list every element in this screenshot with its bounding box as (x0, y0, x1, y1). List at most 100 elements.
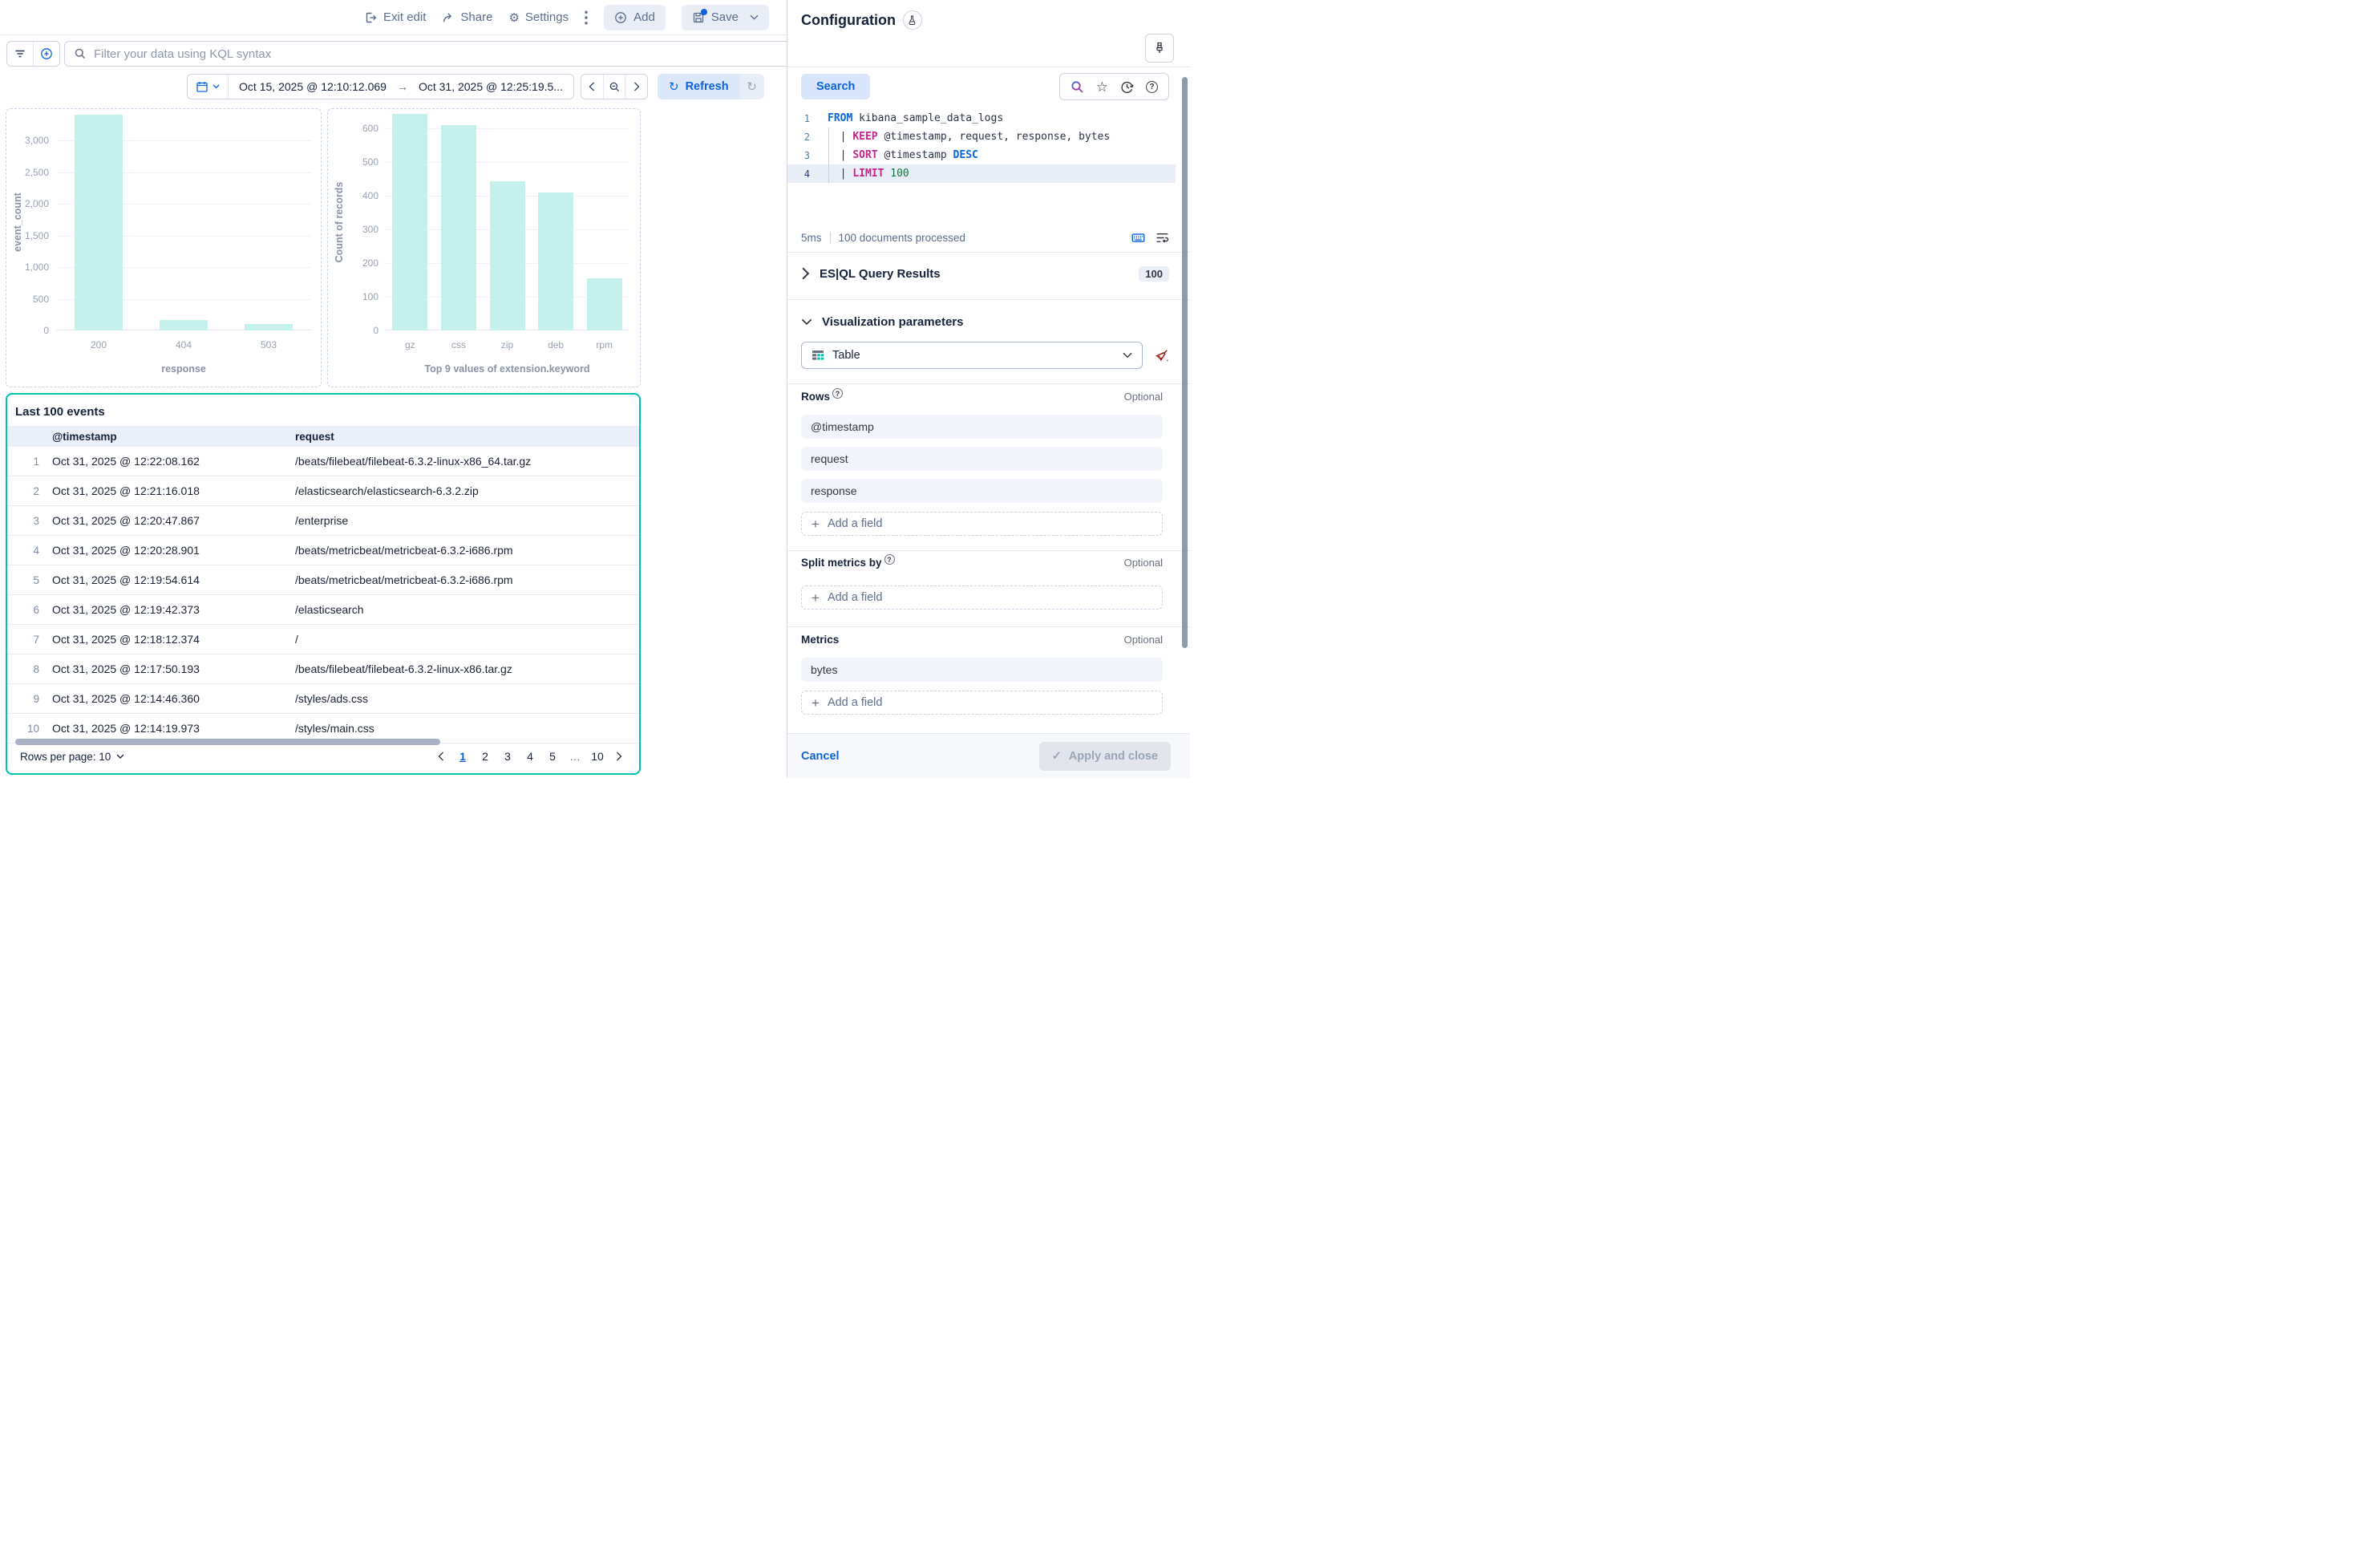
horizontal-scrollbar-thumb[interactable] (15, 739, 440, 745)
search-tab[interactable]: Search (801, 74, 870, 99)
save-button[interactable]: Save (682, 5, 769, 30)
kibana-dashboard-edit: Exit edit Share ⚙ Settings (0, 0, 1190, 778)
bar-404[interactable] (160, 320, 208, 330)
edit-appearance-button[interactable] (1145, 34, 1174, 63)
y-tick-label: 400 (328, 190, 378, 201)
query-line-1[interactable]: 1FROM kibana_sample_data_logs (787, 109, 1176, 128)
table-row[interactable]: 7Oct 31, 2025 @ 12:18:12.374/ (7, 625, 639, 654)
page-button-2[interactable]: 2 (476, 747, 495, 766)
page-button-10[interactable]: 10 (588, 747, 607, 766)
more-options-button[interactable] (585, 10, 588, 25)
apply-and-close-button[interactable]: ✓ Apply and close (1039, 742, 1171, 771)
query-history-icon[interactable] (1120, 80, 1134, 94)
query-line-3[interactable]: 3 | SORT @timestamp DESC (787, 146, 1176, 164)
quick-select-menu[interactable] (188, 75, 229, 99)
filter-menu-button[interactable] (7, 42, 33, 66)
add-field-button[interactable]: +Add a field (801, 691, 1163, 715)
bar-rpm[interactable] (587, 278, 622, 330)
esql-search-icon[interactable] (1071, 80, 1084, 94)
refresh-button[interactable]: ↻ Refresh (658, 74, 740, 99)
visualization-parameters-accordion[interactable]: Visualization parameters (801, 311, 1169, 332)
timestamp-column-header[interactable]: @timestamp (52, 431, 295, 443)
request-column-header[interactable]: request (295, 431, 639, 443)
bar-css[interactable] (441, 125, 476, 330)
extension-bar-chart-panel[interactable]: Count of records0100200300400500600gzcss… (327, 108, 641, 387)
table-row[interactable]: 5Oct 31, 2025 @ 12:19:54.614/beats/metri… (7, 565, 639, 595)
field-chip-bytes[interactable]: bytes (801, 658, 1163, 682)
page-button-5[interactable]: 5 (543, 747, 562, 766)
next-page-button[interactable] (610, 747, 628, 766)
page-button-1[interactable]: 1 (453, 747, 472, 766)
rows-per-page-button[interactable]: Rows per page: 10 (20, 751, 124, 763)
starred-queries-icon[interactable]: ☆ (1096, 80, 1108, 94)
page-button-4[interactable]: 4 (520, 747, 540, 766)
plus-circle-icon (40, 47, 53, 60)
end-date[interactable]: Oct 31, 2025 @ 12:25:19.5... (419, 80, 563, 93)
table-row[interactable]: 6Oct 31, 2025 @ 12:19:42.373/elasticsear… (7, 595, 639, 625)
optional-label: Optional (1124, 391, 1163, 403)
bar-deb[interactable] (538, 192, 573, 330)
keyboard-shortcuts-icon[interactable] (1131, 231, 1145, 245)
help-icon[interactable]: ? (1146, 81, 1158, 93)
add-filter-button[interactable] (33, 42, 59, 66)
esql-query-editor[interactable]: 1FROM kibana_sample_data_logs2 | KEEP @t… (787, 109, 1176, 183)
section-label: Split metrics by? (801, 557, 895, 569)
query-line-4[interactable]: 4 | LIMIT 100 (787, 164, 1176, 183)
section-header: Split metrics by?Optional (801, 557, 1163, 574)
field-chip-timestamp[interactable]: @timestamp (801, 415, 1163, 439)
visualization-parameters-label: Visualization parameters (822, 315, 963, 329)
start-date[interactable]: Oct 15, 2025 @ 12:10:12.069 (239, 80, 387, 93)
query-results-accordion[interactable]: ES|QL Query Results 100 (801, 261, 1169, 286)
table-row[interactable]: 2Oct 31, 2025 @ 12:21:16.018/elasticsear… (7, 476, 639, 506)
previous-page-button[interactable] (432, 747, 450, 766)
line-number: 4 (789, 168, 810, 180)
table-row[interactable]: 1Oct 31, 2025 @ 12:22:08.162/beats/fileb… (7, 447, 639, 476)
auto-refresh-button[interactable]: ↻ (740, 74, 764, 99)
chart-type-value: Table (832, 349, 860, 362)
add-field-button[interactable]: +Add a field (801, 512, 1163, 536)
info-icon[interactable]: ? (832, 388, 843, 399)
time-back-button[interactable] (581, 75, 603, 99)
settings-button[interactable]: ⚙ Settings (508, 10, 569, 25)
tech-preview-badge[interactable] (903, 10, 922, 30)
timestamp-cell: Oct 31, 2025 @ 12:22:08.162 (52, 455, 295, 468)
flyout-footer: Cancel ✓ Apply and close (787, 733, 1190, 778)
share-button[interactable]: Share (442, 10, 492, 24)
word-wrap-icon[interactable] (1156, 231, 1169, 245)
info-icon[interactable]: ? (884, 554, 895, 565)
split-metrics-section: Split metrics by?Optional +Add a field (801, 557, 1163, 610)
add-field-button[interactable]: +Add a field (801, 586, 1163, 610)
table-row[interactable]: 4Oct 31, 2025 @ 12:20:28.901/beats/metri… (7, 536, 639, 565)
exit-edit-button[interactable]: Exit edit (365, 10, 426, 24)
field-chip-request[interactable]: request (801, 447, 1163, 471)
cancel-button[interactable]: Cancel (801, 750, 840, 763)
chart-type-select[interactable]: Table (801, 342, 1143, 369)
table-row[interactable]: 8Oct 31, 2025 @ 12:17:50.193/beats/fileb… (7, 654, 639, 684)
time-forward-button[interactable] (625, 75, 647, 99)
clear-visualization-icon[interactable] (1155, 348, 1169, 363)
request-cell: / (295, 633, 639, 646)
bar-zip[interactable] (490, 181, 525, 330)
page-button-3[interactable]: 3 (498, 747, 517, 766)
chevron-down-icon (116, 754, 124, 759)
bar-200[interactable] (75, 115, 123, 330)
field-chip-response[interactable]: response (801, 479, 1163, 503)
bar-gz[interactable] (392, 114, 427, 330)
request-cell: /beats/filebeat/filebeat-6.3.2-linux-x86… (295, 663, 639, 675)
response-bar-chart-panel[interactable]: event_count05001,0001,5002,0002,5003,000… (6, 108, 322, 387)
add-panel-button[interactable]: Add (604, 5, 666, 30)
request-cell: /elasticsearch/elasticsearch-6.3.2.zip (295, 484, 639, 497)
last-100-events-panel[interactable]: Last 100 events @timestamp request 1Oct … (6, 393, 641, 775)
query-stats: 5ms 100 documents processed (801, 231, 1169, 245)
y-tick-label: 2,500 (6, 167, 49, 178)
flask-icon (908, 15, 917, 26)
bar-503[interactable] (245, 324, 293, 330)
query-line-2[interactable]: 2 | KEEP @timestamp, request, response, … (787, 128, 1176, 146)
table-row[interactable]: 9Oct 31, 2025 @ 12:14:46.360/styles/ads.… (7, 684, 639, 714)
filter-button-group (6, 41, 60, 67)
time-zoom-out-button[interactable] (603, 75, 625, 99)
table-row[interactable]: 3Oct 31, 2025 @ 12:20:47.867/enterprise (7, 506, 639, 536)
vertical-scrollbar-thumb[interactable] (1182, 77, 1188, 648)
row-number: 1 (7, 456, 52, 468)
chevron-down-icon (212, 84, 220, 89)
